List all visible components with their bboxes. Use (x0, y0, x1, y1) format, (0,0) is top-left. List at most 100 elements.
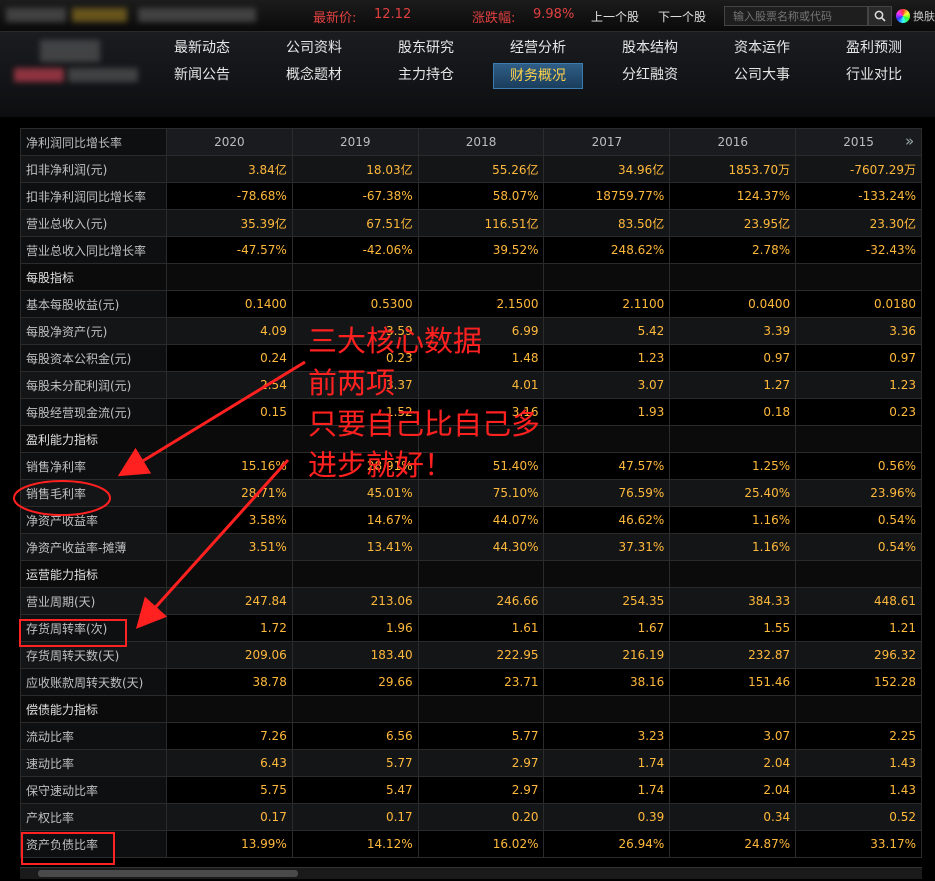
value-cell: 0.24 (166, 344, 293, 372)
column-header-year[interactable]: 2015 (795, 128, 922, 156)
value-cell: 18.03亿 (291, 155, 419, 183)
nav-item-r1-3[interactable]: 经营分析 (493, 36, 583, 60)
empty-cell (166, 695, 293, 723)
value-cell: 3.84亿 (166, 155, 293, 183)
value-cell: 14.12% (291, 830, 419, 858)
empty-cell (166, 263, 293, 291)
value-cell: 26.94% (543, 830, 671, 858)
row-label: 保守速动比率 (20, 776, 167, 804)
column-header-year[interactable]: 2017 (543, 128, 671, 156)
value-cell: 247.84 (166, 587, 293, 615)
empty-cell (291, 695, 419, 723)
nav-item-r1-5[interactable]: 资本运作 (717, 36, 807, 60)
value-cell: 1.43 (795, 749, 922, 777)
section-row: 盈利能力指标 (20, 425, 922, 453)
value-cell: 0.56% (795, 452, 922, 480)
column-header-year[interactable]: 2016 (669, 128, 797, 156)
section-title: 每股指标 (20, 263, 167, 291)
value-cell: 1.43 (795, 776, 922, 804)
value-cell: 124.37% (669, 182, 797, 210)
value-cell: 39.52% (417, 236, 545, 264)
value-cell: 1.21 (795, 614, 922, 642)
horizontal-scrollbar[interactable] (20, 867, 922, 879)
value-cell: 28.91% (291, 452, 419, 480)
value-cell: 7.26 (166, 722, 293, 750)
nav-item-r1-2[interactable]: 股东研究 (381, 36, 471, 60)
stock-code-blurred (72, 8, 127, 22)
value-cell: 45.01% (291, 479, 419, 507)
empty-cell (417, 695, 545, 723)
table-row: 每股未分配利润(元) 2.54 3.37 4.01 3.07 1.27 1.23 (20, 371, 922, 399)
scrollbar-thumb[interactable] (38, 870, 298, 877)
value-cell: 4.09 (166, 317, 293, 345)
row-label: 扣非净利润(元) (20, 155, 167, 183)
nav-item-r1-4[interactable]: 股本结构 (605, 36, 695, 60)
value-cell: 5.75 (166, 776, 293, 804)
nav-item-r1-0[interactable]: 最新动态 (157, 36, 247, 60)
more-columns-arrow-icon[interactable]: » (905, 132, 914, 150)
nav-item-r2-0[interactable]: 新闻公告 (157, 63, 247, 87)
nav-item-r1-6[interactable]: 盈利预测 (829, 36, 919, 60)
empty-cell (669, 425, 797, 453)
empty-cell (795, 695, 922, 723)
next-stock-button[interactable]: 下一个股 (658, 8, 706, 25)
column-header-year[interactable]: 2020 (166, 128, 293, 156)
skin-color-icon[interactable] (896, 9, 910, 23)
search-input[interactable] (724, 6, 868, 26)
value-cell: 15.16% (166, 452, 293, 480)
prev-stock-button[interactable]: 上一个股 (591, 8, 639, 25)
row-label: 每股净资产(元) (20, 317, 167, 345)
value-cell: 24.87% (669, 830, 797, 858)
row-label: 扣非净利润同比增长率 (20, 182, 167, 210)
value-cell: 0.15 (166, 398, 293, 426)
value-cell: 3.16 (417, 398, 545, 426)
value-cell: -133.24% (795, 182, 922, 210)
value-cell: 33.17% (795, 830, 922, 858)
value-cell: 3.51% (166, 533, 293, 561)
row-label: 每股资本公积金(元) (20, 344, 167, 372)
skin-label[interactable]: 换肤 (913, 8, 935, 24)
table-row: 每股资本公积金(元) 0.24 0.23 1.48 1.23 0.97 0.97 (20, 344, 922, 372)
search-button[interactable] (868, 6, 892, 26)
value-cell: 2.78% (669, 236, 797, 264)
table-row: 应收账款周转天数(天) 38.78 29.66 23.71 38.16 151.46 152… (20, 668, 922, 696)
value-cell: 0.18 (669, 398, 797, 426)
value-cell: 14.67% (291, 506, 419, 534)
value-cell: 1.16% (669, 533, 797, 561)
value-cell: -47.57% (166, 236, 293, 264)
value-cell: 23.95亿 (669, 209, 797, 237)
latest-price-label: 最新价: (313, 11, 357, 26)
value-cell: 0.54% (795, 506, 922, 534)
stock-name-blurred (6, 8, 66, 22)
search-icon (874, 10, 886, 22)
value-cell: 23.96% (795, 479, 922, 507)
value-cell: 0.0180 (795, 290, 922, 318)
nav-item-r2-3[interactable]: 财务概况 (493, 63, 583, 89)
nav-item-r2-2[interactable]: 主力持仓 (381, 63, 471, 87)
value-cell: 37.31% (543, 533, 671, 561)
value-cell: 6.99 (417, 317, 545, 345)
value-cell: 1.27 (669, 371, 797, 399)
row-label: 速动比率 (20, 749, 167, 777)
column-header-year[interactable]: 2019 (291, 128, 419, 156)
nav-item-r2-4[interactable]: 分红融资 (605, 63, 695, 87)
nav-item-r1-1[interactable]: 公司资料 (269, 36, 359, 60)
value-cell: 2.1100 (543, 290, 671, 318)
value-cell: 216.19 (543, 641, 671, 669)
empty-cell (543, 695, 671, 723)
empty-cell (669, 263, 797, 291)
value-cell: 2.04 (669, 776, 797, 804)
nav-item-r2-1[interactable]: 概念题材 (269, 63, 359, 87)
table-row: 净资产收益率 3.58% 14.67% 44.07% 46.62% 1.16% 0.54% (20, 506, 922, 534)
table-row: 营业总收入(元) 35.39亿 67.51亿 116.51亿 83.50亿 23.95亿 2… (20, 209, 922, 237)
column-header-year[interactable]: 2018 (417, 128, 545, 156)
nav-item-r2-5[interactable]: 公司大事 (717, 63, 807, 87)
nav-item-r2-6[interactable]: 行业对比 (829, 63, 919, 87)
value-cell: 0.1400 (166, 290, 293, 318)
empty-cell (543, 263, 671, 291)
company-logo-blurred (40, 40, 100, 62)
value-cell: 34.96亿 (543, 155, 671, 183)
empty-cell (291, 425, 419, 453)
value-cell: 2.97 (417, 749, 545, 777)
value-cell: 3.07 (669, 722, 797, 750)
